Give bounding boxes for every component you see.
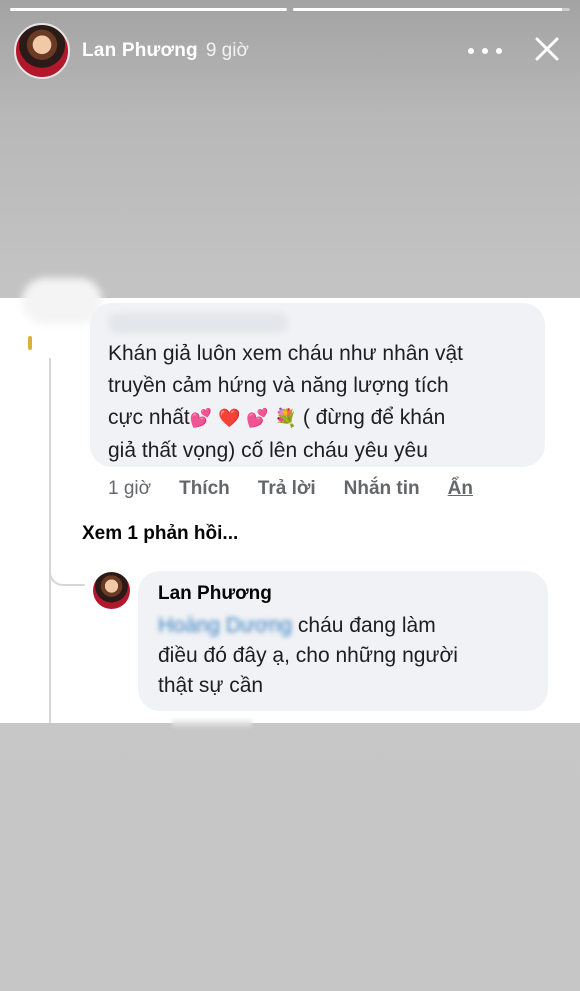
progress-fill-1	[10, 8, 287, 11]
reply-bubble: Lan Phương Hoàng Dương cháu đang làm điề…	[138, 571, 548, 711]
thread-connector	[49, 556, 85, 586]
story-progress	[10, 8, 570, 11]
reply-text: Hoàng Dương cháu đang làm điều đó đây ạ,…	[158, 614, 458, 697]
cropped-reply-actions	[172, 720, 252, 726]
reply-author-avatar[interactable]	[93, 572, 130, 609]
close-icon[interactable]	[532, 34, 562, 64]
redacted-commenter-name	[108, 313, 288, 333]
reply-author-name[interactable]: Lan Phương	[158, 583, 532, 605]
author-name[interactable]: Lan Phương	[82, 40, 198, 62]
author-avatar[interactable]	[14, 23, 70, 79]
mention-link[interactable]: Hoàng Dương	[158, 614, 292, 637]
hide-button[interactable]: Ẩn	[448, 478, 473, 500]
comment-bubble: Khán giả luôn xem cháu như nhân vật truy…	[90, 303, 545, 467]
progress-segment-2	[293, 8, 570, 11]
progress-segment-1	[10, 8, 287, 11]
comment-screenshot: Khán giả luôn xem cháu như nhân vật truy…	[0, 278, 580, 726]
comment-time: 1 giờ	[108, 478, 152, 499]
marker	[28, 336, 32, 350]
more-horizontal-icon[interactable]	[468, 38, 502, 64]
view-replies-link[interactable]: Xem 1 phản hồi...	[82, 523, 238, 545]
message-button[interactable]: Nhắn tin	[344, 478, 420, 500]
bouquet-icon: 💐	[274, 408, 297, 429]
reply-button[interactable]: Trả lời	[258, 478, 316, 500]
story-header: Lan Phương 9 giờ	[14, 22, 566, 80]
post-time: 9 giờ	[205, 40, 249, 61]
progress-fill-2	[293, 8, 562, 11]
thread-line	[49, 358, 51, 723]
two-hearts-icon: 💕	[246, 408, 269, 429]
like-button[interactable]: Thích	[179, 478, 230, 500]
redacted-area	[22, 278, 102, 324]
two-hearts-icon: 💕	[189, 408, 213, 429]
comment-actions: 1 giờ Thích Trả lời Nhắn tin Ẩn	[108, 478, 473, 500]
red-heart-icon: ❤️	[218, 408, 241, 429]
comment-text: Khán giả luôn xem cháu như nhân vật truy…	[108, 342, 463, 462]
